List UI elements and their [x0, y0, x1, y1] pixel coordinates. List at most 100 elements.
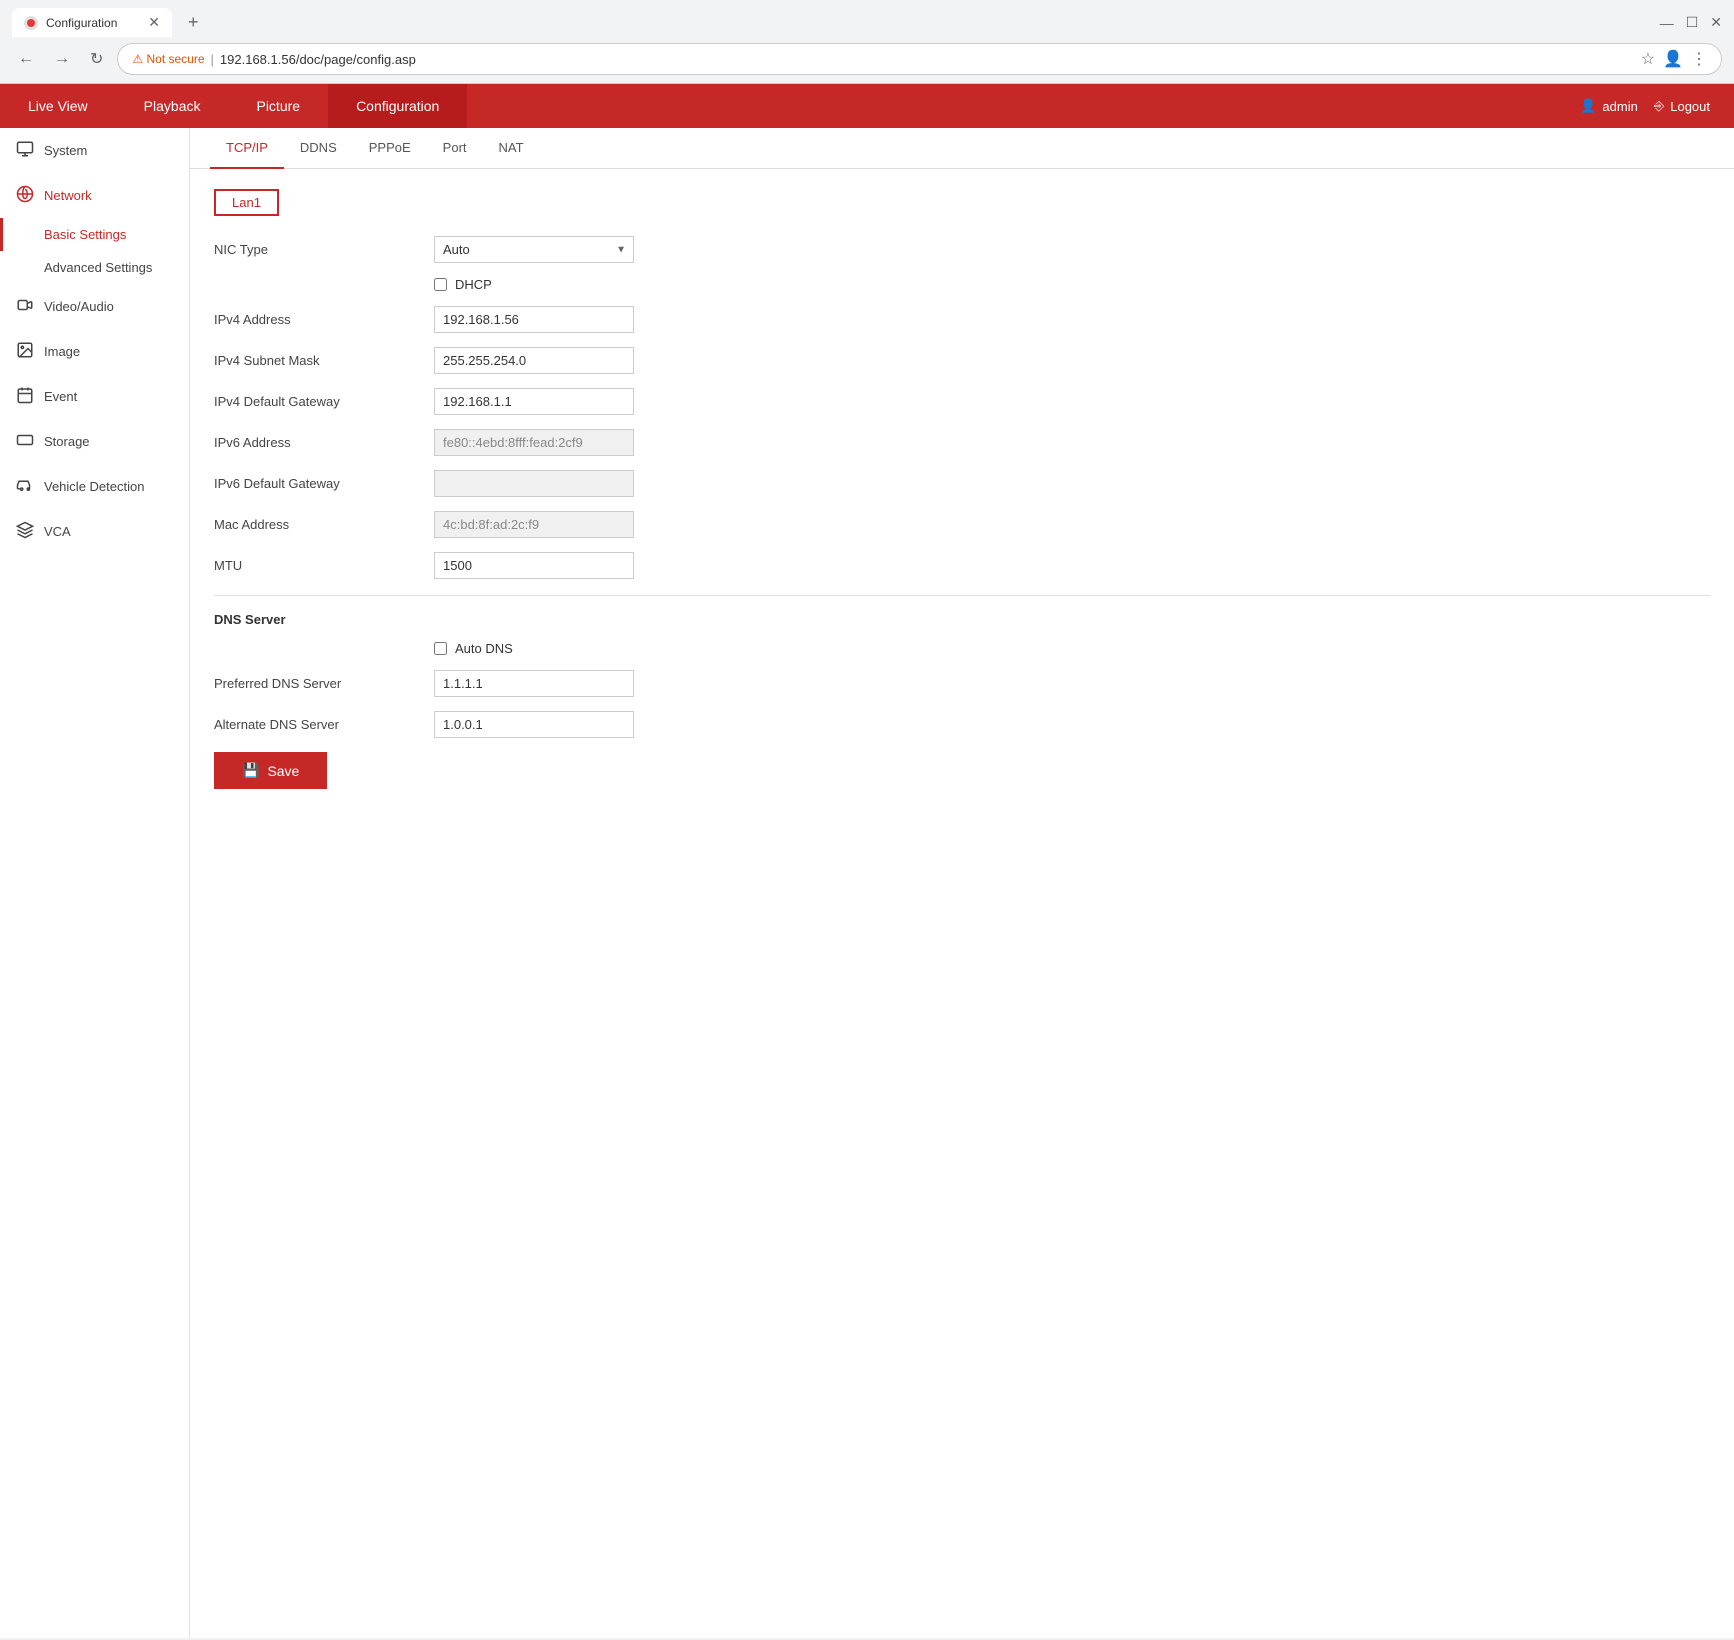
vehicle-icon — [16, 476, 34, 497]
ipv4-gateway-label: IPv4 Default Gateway — [214, 394, 434, 409]
mtu-row: MTU — [214, 552, 1710, 579]
system-icon — [16, 140, 34, 161]
sidebar-label-vca: VCA — [44, 524, 71, 539]
forward-button[interactable]: → — [48, 46, 76, 72]
alternate-dns-label: Alternate DNS Server — [214, 717, 434, 732]
dns-section-title: DNS Server — [214, 612, 1710, 627]
refresh-button[interactable]: ↻ — [84, 45, 109, 73]
sidebar-item-vehicle-detection[interactable]: Vehicle Detection — [0, 464, 189, 509]
main-content: TCP/IP DDNS PPPoE Port NAT Lan1 NIC Type… — [190, 128, 1734, 1638]
sidebar-label-event: Event — [44, 389, 77, 404]
nav-live-view[interactable]: Live View — [0, 84, 116, 128]
ipv4-gateway-row: IPv4 Default Gateway — [214, 388, 1710, 415]
nav-picture[interactable]: Picture — [228, 84, 328, 128]
sidebar-item-event[interactable]: Event — [0, 374, 189, 419]
app-body: System Network Basic Settings Advanced S… — [0, 128, 1734, 1638]
save-button[interactable]: 💾 Save — [214, 752, 327, 789]
sidebar-subitem-basic-settings[interactable]: Basic Settings — [0, 218, 189, 251]
ipv6-address-input[interactable] — [434, 429, 634, 456]
sidebar-item-vca[interactable]: VCA — [0, 509, 189, 554]
nic-type-row: NIC Type Auto 10M Half-dup 10M Full-dup … — [214, 236, 1710, 263]
alternate-dns-row: Alternate DNS Server — [214, 711, 1710, 738]
ipv6-gateway-row: IPv6 Default Gateway — [214, 470, 1710, 497]
tab-favicon — [24, 16, 38, 30]
nic-type-select-wrapper[interactable]: Auto 10M Half-dup 10M Full-dup 100M Half… — [434, 236, 634, 263]
sidebar-label-vehicle: Vehicle Detection — [44, 479, 144, 494]
tab-ddns[interactable]: DDNS — [284, 128, 353, 169]
video-icon — [16, 296, 34, 317]
nic-type-label: NIC Type — [214, 242, 434, 257]
browser-tab[interactable]: Configuration ✕ — [12, 8, 172, 37]
address-text: 192.168.1.56/doc/page/config.asp — [220, 52, 1635, 67]
nav-playback[interactable]: Playback — [116, 84, 229, 128]
profile-icon[interactable]: 👤 — [1663, 49, 1683, 69]
sidebar: System Network Basic Settings Advanced S… — [0, 128, 190, 1638]
ipv4-gateway-input[interactable] — [434, 388, 634, 415]
header-user: 👤 admin — [1580, 98, 1638, 114]
tab-bar: TCP/IP DDNS PPPoE Port NAT — [190, 128, 1734, 169]
sidebar-label-system: System — [44, 143, 87, 158]
sidebar-subitem-advanced-settings[interactable]: Advanced Settings — [0, 251, 189, 284]
logout-icon: ⎆ — [1654, 98, 1664, 114]
sidebar-item-image[interactable]: Image — [0, 329, 189, 374]
preferred-dns-row: Preferred DNS Server — [214, 670, 1710, 697]
sidebar-item-system[interactable]: System — [0, 128, 189, 173]
mac-address-label: Mac Address — [214, 517, 434, 532]
ipv6-gateway-input[interactable] — [434, 470, 634, 497]
maximize-icon[interactable]: ☐ — [1686, 14, 1699, 31]
logout-button[interactable]: ⎆ Logout — [1642, 90, 1722, 122]
tab-tcpip[interactable]: TCP/IP — [210, 128, 284, 169]
mtu-input[interactable] — [434, 552, 634, 579]
close-icon[interactable]: ✕ — [1710, 14, 1722, 31]
image-icon — [16, 341, 34, 362]
ipv4-subnet-input[interactable] — [434, 347, 634, 374]
form-area: Lan1 NIC Type Auto 10M Half-dup 10M Full… — [190, 169, 1734, 809]
alternate-dns-input[interactable] — [434, 711, 634, 738]
dhcp-label[interactable]: DHCP — [455, 277, 492, 292]
vca-icon — [16, 521, 34, 542]
mtu-label: MTU — [214, 558, 434, 573]
dhcp-checkbox[interactable] — [434, 278, 447, 291]
ipv4-address-input[interactable] — [434, 306, 634, 333]
auto-dns-checkbox[interactable] — [434, 642, 447, 655]
bookmark-icon[interactable]: ☆ — [1641, 49, 1655, 69]
menu-icon[interactable]: ⋮ — [1691, 49, 1707, 69]
tab-title: Configuration — [46, 16, 140, 30]
lan1-button[interactable]: Lan1 — [214, 189, 279, 216]
preferred-dns-label: Preferred DNS Server — [214, 676, 434, 691]
sidebar-label-storage: Storage — [44, 434, 90, 449]
security-warning: ⚠ Not secure — [132, 52, 204, 66]
tab-close-icon[interactable]: ✕ — [148, 14, 160, 31]
storage-icon — [16, 431, 34, 452]
ipv4-subnet-label: IPv4 Subnet Mask — [214, 353, 434, 368]
ipv4-address-label: IPv4 Address — [214, 312, 434, 327]
address-bar[interactable]: ⚠ Not secure | 192.168.1.56/doc/page/con… — [117, 43, 1722, 75]
nav-configuration[interactable]: Configuration — [328, 84, 467, 128]
preferred-dns-input[interactable] — [434, 670, 634, 697]
browser-chrome: Configuration ✕ + — ☐ ✕ ← → ↻ ⚠ Not secu… — [0, 0, 1734, 84]
mac-address-row: Mac Address — [214, 511, 1710, 538]
sidebar-label-image: Image — [44, 344, 80, 359]
auto-dns-label[interactable]: Auto DNS — [455, 641, 513, 656]
sidebar-label-video: Video/Audio — [44, 299, 114, 314]
tab-nat[interactable]: NAT — [483, 128, 540, 169]
ipv6-gateway-label: IPv6 Default Gateway — [214, 476, 434, 491]
minimize-icon[interactable]: — — [1660, 15, 1674, 31]
ipv4-address-row: IPv4 Address — [214, 306, 1710, 333]
event-icon — [16, 386, 34, 407]
app-header: Live View Playback Picture Configuration… — [0, 84, 1734, 128]
tab-port[interactable]: Port — [427, 128, 483, 169]
admin-label: admin — [1602, 99, 1637, 114]
dhcp-row: DHCP — [434, 277, 1710, 292]
sidebar-item-video-audio[interactable]: Video/Audio — [0, 284, 189, 329]
ipv6-address-row: IPv6 Address — [214, 429, 1710, 456]
ipv6-address-label: IPv6 Address — [214, 435, 434, 450]
network-icon — [16, 185, 34, 206]
back-button[interactable]: ← — [12, 46, 40, 72]
new-tab-button[interactable]: + — [180, 8, 207, 37]
sidebar-item-storage[interactable]: Storage — [0, 419, 189, 464]
nic-type-select[interactable]: Auto 10M Half-dup 10M Full-dup 100M Half… — [434, 236, 634, 263]
tab-pppoe[interactable]: PPPoE — [353, 128, 427, 169]
sidebar-item-network[interactable]: Network — [0, 173, 189, 218]
auto-dns-row: Auto DNS — [434, 641, 1710, 656]
